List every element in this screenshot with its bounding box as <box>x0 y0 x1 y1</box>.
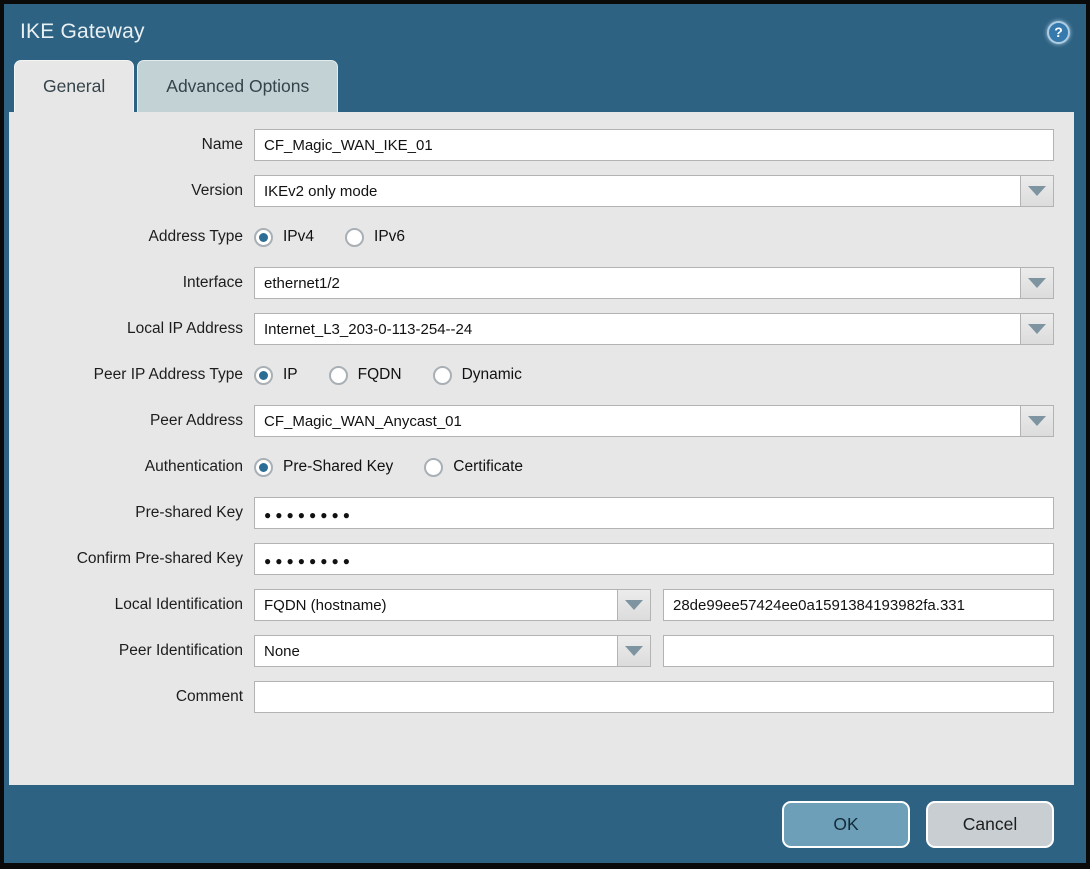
name-row: Name <box>9 129 1054 161</box>
radio-unselected-icon <box>424 457 444 477</box>
peer-ip-type-ip-radio[interactable]: IP <box>254 365 298 385</box>
address-type-radio-group: IPv4 IPv6 <box>254 227 405 247</box>
peer-address-dropdown <box>254 405 1054 437</box>
local-ip-label: Local IP Address <box>126 320 243 337</box>
version-dropdown-button[interactable] <box>1020 175 1054 207</box>
comment-input[interactable] <box>254 681 1054 713</box>
footer-bar: OK Cancel <box>4 785 1086 863</box>
local-identification-type-dropdown <box>254 589 651 621</box>
radio-selected-icon <box>254 365 273 385</box>
name-label: Name <box>201 136 243 153</box>
dialog-title: IKE Gateway <box>20 20 145 43</box>
local-ip-input[interactable] <box>254 313 1021 345</box>
peer-identification-type-input[interactable] <box>254 635 618 667</box>
tab-bar: General Advanced Options <box>4 60 1086 112</box>
radio-unselected-icon <box>345 227 365 247</box>
local-identification-type-input[interactable] <box>254 589 618 621</box>
dialog-frame: IKE Gateway ? General Advanced Options N… <box>4 4 1086 863</box>
version-label: Version <box>191 182 243 199</box>
local-identification-label: Local Identification <box>114 596 243 613</box>
address-type-row: Address Type IPv4 IPv6 <box>9 221 1054 253</box>
address-type-ipv4-radio[interactable]: IPv4 <box>254 227 314 247</box>
local-ip-dropdown-button[interactable] <box>1020 313 1054 345</box>
peer-ip-type-label: Peer IP Address Type <box>93 366 243 383</box>
title-bar: IKE Gateway ? <box>4 4 1086 60</box>
address-type-ipv6-radio[interactable]: IPv6 <box>345 227 405 247</box>
preshared-key-input[interactable] <box>254 497 1054 529</box>
peer-identification-dropdown-button[interactable] <box>617 635 651 667</box>
radio-unselected-icon <box>432 365 452 385</box>
version-row: Version <box>9 175 1054 207</box>
radio-unselected-icon <box>328 365 348 385</box>
comment-label: Comment <box>175 688 243 705</box>
tab-advanced-options[interactable]: Advanced Options <box>137 60 339 112</box>
interface-label: Interface <box>182 274 243 291</box>
chevron-down-icon <box>1028 278 1046 288</box>
version-input[interactable] <box>254 175 1021 207</box>
name-input[interactable] <box>254 129 1054 161</box>
interface-dropdown <box>254 267 1054 299</box>
radio-selected-icon <box>254 227 273 247</box>
comment-row: Comment <box>9 681 1054 713</box>
version-dropdown <box>254 175 1054 207</box>
local-identification-value-input[interactable] <box>663 589 1054 621</box>
local-ip-row: Local IP Address <box>9 313 1054 345</box>
authentication-certificate-radio[interactable]: Certificate <box>424 457 523 477</box>
interface-row: Interface <box>9 267 1054 299</box>
general-tab-panel: Name Version Addr <box>9 112 1074 785</box>
confirm-preshared-key-label: Confirm Pre-shared Key <box>76 550 243 567</box>
interface-input[interactable] <box>254 267 1021 299</box>
peer-address-dropdown-button[interactable] <box>1020 405 1054 437</box>
address-type-label: Address Type <box>148 228 244 245</box>
local-ip-dropdown <box>254 313 1054 345</box>
preshared-key-row: Pre-shared Key <box>9 497 1054 529</box>
peer-identification-row: Peer Identification <box>9 635 1054 667</box>
chevron-down-icon <box>1028 416 1046 426</box>
help-icon[interactable]: ? <box>1047 20 1070 44</box>
ok-button[interactable]: OK <box>782 800 910 848</box>
peer-ip-type-row: Peer IP Address Type IP FQDN Dynamic <box>9 359 1054 391</box>
confirm-preshared-key-row: Confirm Pre-shared Key <box>9 543 1054 575</box>
local-identification-row: Local Identification <box>9 589 1054 621</box>
tab-general[interactable]: General <box>14 60 135 112</box>
peer-ip-type-fqdn-radio[interactable]: FQDN <box>328 365 402 385</box>
chevron-down-icon <box>1028 324 1046 334</box>
interface-dropdown-button[interactable] <box>1020 267 1054 299</box>
peer-ip-type-dynamic-radio[interactable]: Dynamic <box>432 365 522 385</box>
peer-ip-type-radio-group: IP FQDN Dynamic <box>254 365 522 385</box>
peer-address-input[interactable] <box>254 405 1021 437</box>
preshared-key-label: Pre-shared Key <box>135 504 243 521</box>
peer-address-label: Peer Address <box>149 412 243 429</box>
ike-gateway-dialog: IKE Gateway ? General Advanced Options N… <box>0 0 1090 869</box>
chevron-down-icon <box>1028 186 1046 196</box>
authentication-label: Authentication <box>144 458 243 475</box>
chevron-down-icon <box>625 646 643 656</box>
peer-identification-value-input[interactable] <box>663 635 1054 667</box>
peer-identification-label: Peer Identification <box>118 642 243 659</box>
confirm-preshared-key-input[interactable] <box>254 543 1054 575</box>
local-identification-dropdown-button[interactable] <box>617 589 651 621</box>
cancel-button[interactable]: Cancel <box>926 800 1054 848</box>
peer-identification-type-dropdown <box>254 635 651 667</box>
authentication-radio-group: Pre-Shared Key Certificate <box>254 457 523 477</box>
radio-selected-icon <box>254 457 273 477</box>
chevron-down-icon <box>625 600 643 610</box>
authentication-preshared-key-radio[interactable]: Pre-Shared Key <box>254 457 393 477</box>
peer-address-row: Peer Address <box>9 405 1054 437</box>
authentication-row: Authentication Pre-Shared Key Certificat… <box>9 451 1054 483</box>
